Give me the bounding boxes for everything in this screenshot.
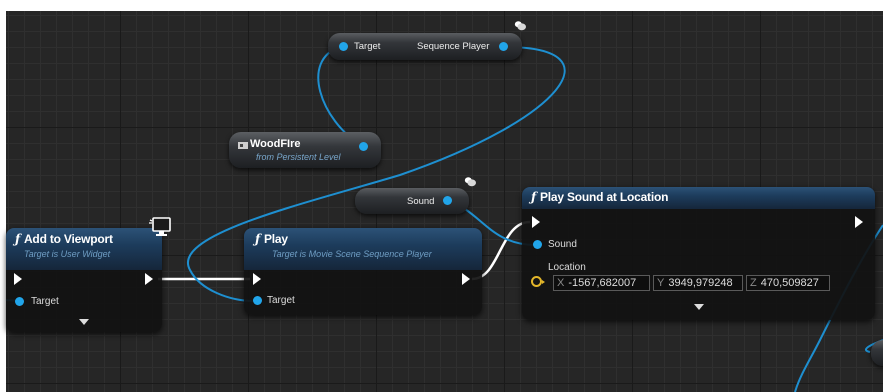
location-z-value: 470,509827	[760, 277, 819, 289]
location-z-field[interactable]: Z 470,509827	[746, 275, 830, 291]
sound-variable-node[interactable]: Sound	[355, 188, 469, 214]
woodfire-output-pin[interactable]	[359, 142, 368, 151]
expand-caret-icon[interactable]	[694, 304, 704, 310]
actor-reference-icon	[238, 142, 248, 149]
function-icon: ƒ	[255, 232, 260, 246]
play-sound-title: Play Sound at Location	[539, 190, 669, 204]
sequence-player-output-pin[interactable]	[499, 42, 508, 51]
screenshot-border-left	[0, 0, 6, 392]
target-pin-label: Target	[267, 295, 295, 306]
sound-pin-label: Sound	[548, 239, 577, 250]
play-sound-header[interactable]: ƒ Play Sound at Location	[522, 187, 875, 209]
node-title: ƒ Play Sound at Location	[531, 190, 668, 204]
target-object-pin[interactable]	[339, 42, 348, 51]
blueprint-graph-canvas[interactable]: Target Sequence Player WoodFIre from Per…	[0, 0, 883, 392]
exec-input-pin[interactable]	[532, 216, 540, 228]
function-icon: ƒ	[15, 232, 20, 246]
location-x-field[interactable]: X -1567,682007	[553, 275, 650, 291]
location-x-value: -1567,682007	[568, 277, 637, 289]
node-title: ƒ Play	[255, 232, 288, 246]
z-axis-label: Z	[750, 277, 757, 289]
exec-output-pin[interactable]	[462, 273, 470, 285]
woodfire-subtitle: from Persistent Level	[256, 152, 341, 162]
play-header[interactable]: ƒ Play Target is Movie Scene Sequence Pla…	[244, 228, 482, 270]
vector-pin-icon[interactable]	[531, 276, 545, 287]
location-y-field[interactable]: Y 3949,979248	[653, 275, 743, 291]
woodfire-title: WoodFIre	[250, 138, 301, 150]
play-node[interactable]: ƒ Play Target is Movie Scene Sequence Pla…	[244, 228, 482, 315]
node-title: ƒ Add to Viewport	[15, 232, 113, 246]
target-object-pin[interactable]	[15, 297, 24, 306]
add-to-viewport-header[interactable]: ƒ Add to Viewport Target is User Widget	[6, 228, 162, 270]
exec-output-pin[interactable]	[855, 216, 863, 228]
x-axis-label: X	[557, 277, 565, 289]
sound-object-pin[interactable]	[533, 240, 542, 249]
exec-output-pin[interactable]	[145, 273, 153, 285]
screenshot-border-top	[0, 0, 883, 11]
sequence-player-getter-node[interactable]: Target Sequence Player	[328, 33, 522, 60]
function-icon: ƒ	[531, 190, 536, 204]
location-y-value: 3949,979248	[668, 277, 733, 289]
location-pin-label: Location	[548, 262, 586, 273]
sound-variable-label: Sound	[407, 196, 435, 207]
expand-caret-icon[interactable]	[79, 319, 89, 325]
sound-output-pin[interactable]	[443, 196, 452, 205]
target-pin-label: Target	[354, 41, 381, 52]
target-pin-label: Target	[31, 296, 59, 307]
widget-monitor-icon	[149, 217, 171, 236]
y-axis-label: Y	[657, 277, 665, 289]
play-subtitle: Target is Movie Scene Sequence Player	[272, 249, 432, 259]
play-sound-at-location-node[interactable]: ƒ Play Sound at Location Sound Location X…	[522, 187, 875, 320]
exec-input-pin[interactable]	[253, 273, 261, 285]
woodfire-reference-node[interactable]: WoodFIre from Persistent Level	[229, 132, 381, 168]
add-to-viewport-subtitle: Target is User Widget	[24, 249, 111, 259]
context-cloud-icon	[464, 177, 476, 187]
target-object-pin[interactable]	[253, 296, 262, 305]
add-to-viewport-title: Add to Viewport	[23, 232, 113, 246]
play-title: Play	[263, 232, 288, 246]
exec-input-pin[interactable]	[14, 273, 22, 285]
add-to-viewport-node[interactable]: ƒ Add to Viewport Target is User Widget T…	[6, 228, 162, 332]
context-cloud-icon	[514, 21, 526, 31]
sequence-player-pin-label: Sequence Player	[417, 41, 490, 52]
